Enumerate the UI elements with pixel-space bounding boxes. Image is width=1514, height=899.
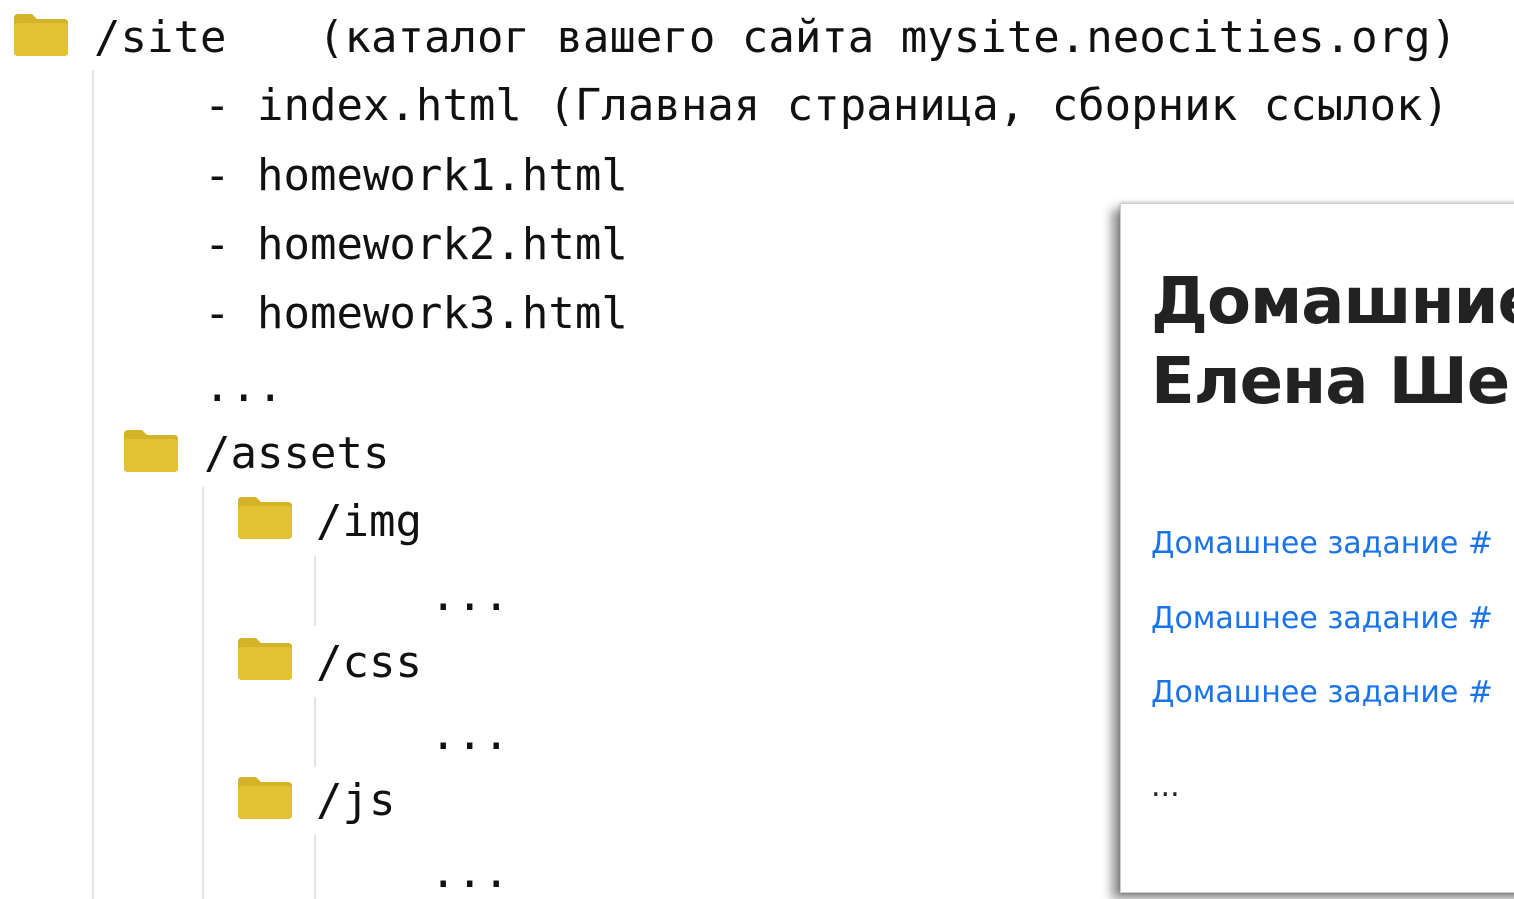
preview-title: Домашние Елена Шев	[1151, 262, 1514, 422]
folder-icon	[238, 777, 292, 819]
img-tree-guide	[314, 556, 316, 626]
root-tree-guide	[92, 70, 94, 899]
img-folder-name[interactable]: /img	[316, 500, 422, 544]
css-folder-name[interactable]: /css	[316, 641, 422, 685]
file-homework1[interactable]: - homework1.html	[204, 154, 628, 198]
site-preview-card: Домашние Елена Шев Домашнее задание # До…	[1120, 203, 1514, 893]
homework-link-3[interactable]: Домашнее задание #	[1151, 678, 1493, 708]
preview-ellipsis: ...	[1151, 769, 1180, 804]
homework-link-2[interactable]: Домашнее задание #	[1151, 604, 1493, 634]
js-tree-guide	[314, 835, 316, 899]
folder-icon	[124, 430, 178, 472]
file-index[interactable]: - index.html (Главная страница, сборник …	[204, 84, 1449, 128]
folder-icon	[14, 14, 68, 56]
preview-title-line1: Домашние	[1151, 265, 1514, 339]
assets-tree-guide	[202, 487, 204, 899]
root-folder-comment: (каталог вашего сайта mysite.neocities.o…	[318, 12, 1458, 63]
homework-link-1[interactable]: Домашнее задание #	[1151, 529, 1493, 559]
preview-title-line2: Елена Шев	[1151, 345, 1514, 419]
assets-folder-name[interactable]: /assets	[204, 432, 389, 476]
js-folder-content: ...	[430, 847, 510, 898]
file-homework2[interactable]: - homework2.html	[204, 223, 628, 267]
root-folder-name[interactable]: /site	[94, 16, 226, 60]
file-homework3[interactable]: - homework3.html	[204, 292, 628, 336]
img-folder-content: ...	[430, 570, 510, 621]
css-folder-content: ...	[430, 709, 510, 760]
root-ellipsis: ...	[204, 361, 284, 412]
css-tree-guide	[314, 697, 316, 767]
folder-icon	[238, 638, 292, 680]
js-folder-name[interactable]: /js	[316, 779, 395, 823]
folder-icon	[238, 497, 292, 539]
